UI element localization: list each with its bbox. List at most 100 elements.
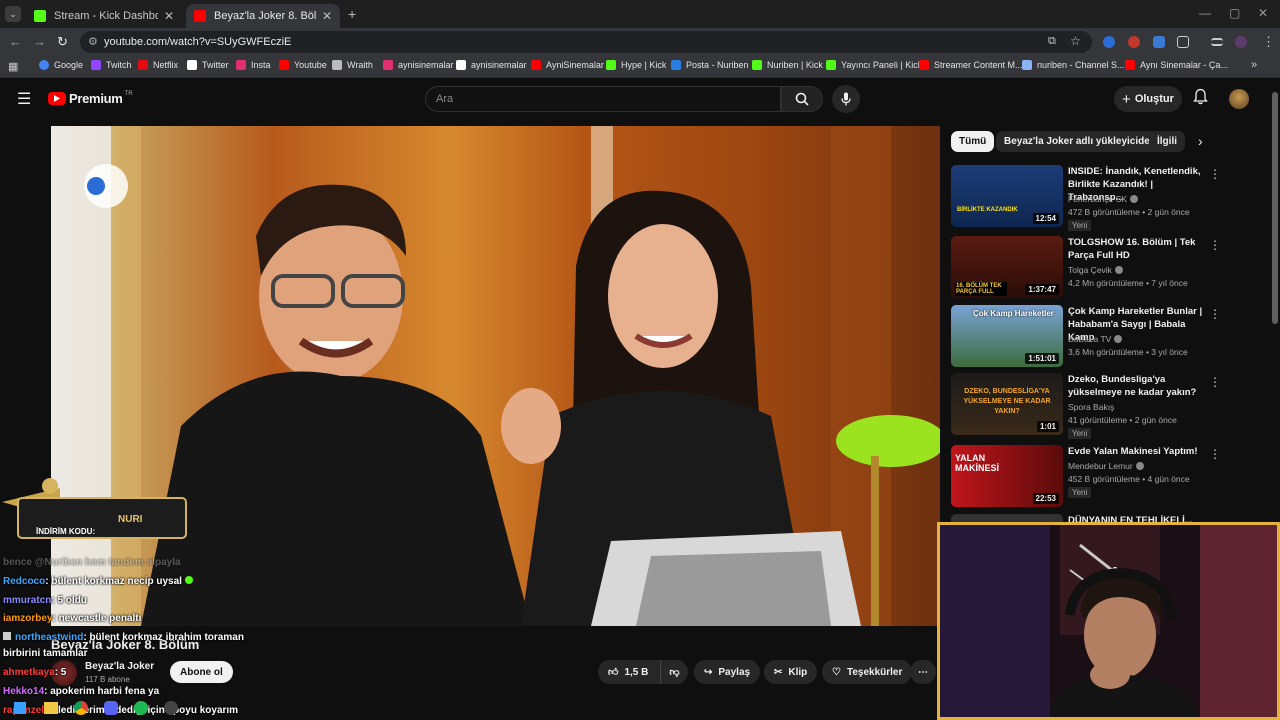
video-thumbnail[interactable]: Çok Kamp Hareketler 1:51:01 — [951, 305, 1063, 367]
more-bookmarks-icon[interactable]: » — [1251, 59, 1257, 71]
maximize-icon[interactable]: ▢ — [1229, 6, 1240, 20]
share-button[interactable]: ↪ Paylaş — [694, 660, 761, 684]
new-tab-button[interactable]: + — [348, 6, 356, 22]
like-button[interactable]: 👍︎ 1,5 B — [598, 660, 660, 684]
extension-icon[interactable] — [1103, 36, 1115, 48]
recommendation-item[interactable]: DÜNYANIN EN TEHLİKELİ... — [951, 514, 1221, 522]
windows-start-icon[interactable] — [14, 702, 26, 714]
video-thumbnail[interactable] — [951, 514, 1063, 522]
bookmark-item[interactable]: aynisinemalar — [456, 60, 527, 70]
tab-search-button[interactable]: ⌄ — [5, 6, 21, 22]
thanks-button[interactable]: ♡ Teşekkürler — [822, 660, 913, 684]
recommendation-item[interactable]: Çok Kamp Hareketler 1:51:01 Çok Kamp Har… — [951, 305, 1221, 371]
tab-youtube-video[interactable]: Beyaz'la Joker 8. Bölüm - YouTube ✕ — [186, 4, 340, 28]
clip-button[interactable]: ✂ Klip — [764, 660, 818, 684]
bookmark-item[interactable]: Twitch — [91, 60, 132, 70]
cast-icon[interactable]: ⧉ — [1048, 35, 1056, 48]
subscribe-button[interactable]: Abone ol — [170, 661, 233, 683]
more-actions-icon[interactable]: ⋮ — [1209, 167, 1221, 181]
video-thumbnail[interactable]: YALAN MAKİNESİ 22:53 — [951, 445, 1063, 507]
bookmark-item[interactable]: nuriben - Channel S... — [1022, 60, 1125, 70]
bookmark-item[interactable]: Netflix — [138, 60, 178, 70]
video-thumbnail[interactable]: DZEKO, BUNDESLİGA'YA YÜKSELMEYE NE KADAR… — [951, 373, 1063, 435]
bookmark-item[interactable]: AyniSinemalar — [531, 60, 604, 70]
recommendation-item[interactable]: 16. BÖLÜM TEK PARÇA FULL 1:37:47 TOLGSHO… — [951, 236, 1221, 302]
more-actions-icon[interactable]: ⋮ — [1209, 307, 1221, 321]
channel-name[interactable]: Beyaz'la Joker — [85, 661, 154, 672]
youtube-logo[interactable]: Premium TR — [48, 91, 133, 106]
close-tab-icon[interactable]: ✕ — [322, 9, 332, 23]
reading-list-icon[interactable] — [1211, 38, 1223, 46]
bookmark-item[interactable]: Yayıncı Paneli | Kick — [826, 60, 922, 70]
create-button[interactable]: + Oluştur — [1114, 86, 1182, 112]
bookmark-item[interactable]: aynisinemalar — [383, 60, 454, 70]
channel-name[interactable]: Spora Bakış — [1068, 402, 1114, 412]
apps-grid-icon[interactable]: ▦ — [8, 60, 18, 73]
bookmark-item[interactable]: Insta — [236, 60, 271, 70]
puzzle-icon[interactable] — [1177, 36, 1189, 48]
discord-icon[interactable] — [104, 701, 118, 715]
bookmark-item[interactable]: Youtube — [279, 60, 327, 70]
bookmark-item[interactable]: Posta - Nuriben — [671, 60, 749, 70]
bookmark-item[interactable]: Google — [39, 60, 83, 70]
more-actions-icon[interactable]: ⋮ — [1209, 375, 1221, 389]
bookmark-item[interactable]: Aynı Sinemalar - Ça... — [1125, 60, 1228, 70]
address-bar[interactable]: ⚙ youtube.com/watch?v=SUyGWFEcziE ⧉ ☆ — [80, 31, 1092, 53]
reload-icon[interactable]: ↻ — [57, 34, 68, 50]
tab-kick-dashboard[interactable]: Stream - Kick Dashboard ✕ — [26, 4, 182, 28]
channel-name[interactable]: Tolga Çevik — [1068, 265, 1123, 275]
forward-icon[interactable]: → — [33, 34, 46, 49]
browser-tab-strip: ⌄ Stream - Kick Dashboard ✕ Beyaz'la Jok… — [0, 0, 1280, 28]
bookmark-item[interactable]: Hype | Kick — [606, 60, 666, 70]
recommendation-item[interactable]: DZEKO, BUNDESLİGA'YA YÜKSELMEYE NE KADAR… — [951, 373, 1221, 439]
site-info-icon[interactable]: ⚙ — [88, 35, 98, 48]
more-actions-button[interactable]: ⋯ — [910, 660, 936, 684]
chip-all[interactable]: Tümü — [951, 131, 995, 152]
video-title[interactable]: Evde Yalan Makinesi Yaptım! — [1068, 445, 1203, 458]
profile-icon[interactable] — [1235, 36, 1247, 48]
bookmark-item[interactable]: Wraith — [332, 60, 373, 70]
menu-kebab-icon[interactable]: ⋮ — [1262, 34, 1275, 50]
chat-text: birbirini tamamlar — [3, 648, 88, 659]
more-actions-icon[interactable]: ⋮ — [1209, 447, 1221, 461]
shield-icon[interactable] — [1153, 36, 1165, 48]
video-title[interactable]: DÜNYANIN EN TEHLİKELİ... — [1068, 514, 1203, 522]
notifications-bell-icon[interactable] — [1193, 88, 1208, 110]
bookmark-item[interactable]: Nuriben | Kick — [752, 60, 823, 70]
channel-name[interactable]: Fenerbahçe SK — [1068, 194, 1139, 204]
recommendation-item[interactable]: BİRLİKTE KAZANDIK 12:54 INSIDE: İnandık,… — [951, 165, 1221, 231]
minimize-icon[interactable]: — — [1199, 6, 1211, 20]
close-tab-icon[interactable]: ✕ — [164, 9, 174, 23]
bookmark-star-icon[interactable]: ☆ — [1070, 34, 1081, 48]
voice-search-button[interactable] — [832, 85, 860, 113]
video-thumbnail[interactable]: 16. BÖLÜM TEK PARÇA FULL 1:37:47 — [951, 236, 1063, 298]
back-icon[interactable]: ← — [9, 34, 22, 49]
chat-message: northeastwind: bülent korkmaz ibrahim to… — [3, 632, 244, 643]
spotify-icon[interactable] — [134, 701, 148, 715]
video-thumbnail[interactable]: BİRLİKTE KAZANDIK 12:54 — [951, 165, 1063, 227]
bookmark-item[interactable]: Streamer Content M... — [919, 60, 1023, 70]
hamburger-menu-icon[interactable]: ☰ — [17, 89, 31, 109]
search-input[interactable]: Ara — [425, 86, 781, 112]
chip-related[interactable]: İlgili — [1149, 131, 1185, 152]
more-actions-icon[interactable]: ⋮ — [1209, 238, 1221, 252]
video-frame-image — [51, 126, 940, 626]
chips-next-chevron-icon[interactable]: › — [1198, 133, 1203, 149]
extension-icon[interactable] — [1128, 36, 1140, 48]
chip-from-uploader[interactable]: Beyaz'la Joker adlı yükleyiciden — [996, 131, 1164, 152]
app-icon[interactable] — [164, 701, 178, 715]
channel-name[interactable]: BaBaLa TV — [1068, 334, 1123, 344]
bookmark-item[interactable]: Twitter — [187, 60, 229, 70]
search-button[interactable] — [781, 86, 823, 112]
dislike-button[interactable]: 👎︎ — [660, 660, 688, 684]
close-window-icon[interactable]: ✕ — [1258, 6, 1268, 20]
video-title[interactable]: TOLGSHOW 16. Bölüm | Tek Parça Full HD — [1068, 236, 1203, 262]
page-scrollbar[interactable] — [1272, 92, 1278, 324]
recommendation-item[interactable]: YALAN MAKİNESİ 22:53 Evde Yalan Makinesi… — [951, 445, 1221, 511]
channel-name[interactable]: Mendebur Lemur — [1068, 461, 1144, 471]
avatar[interactable] — [1229, 89, 1249, 109]
folder-icon[interactable] — [44, 702, 58, 714]
video-player[interactable] — [51, 126, 940, 626]
video-title[interactable]: Dzeko, Bundesliga'ya yükselmeye ne kadar… — [1068, 373, 1203, 399]
chrome-icon[interactable] — [74, 701, 88, 715]
